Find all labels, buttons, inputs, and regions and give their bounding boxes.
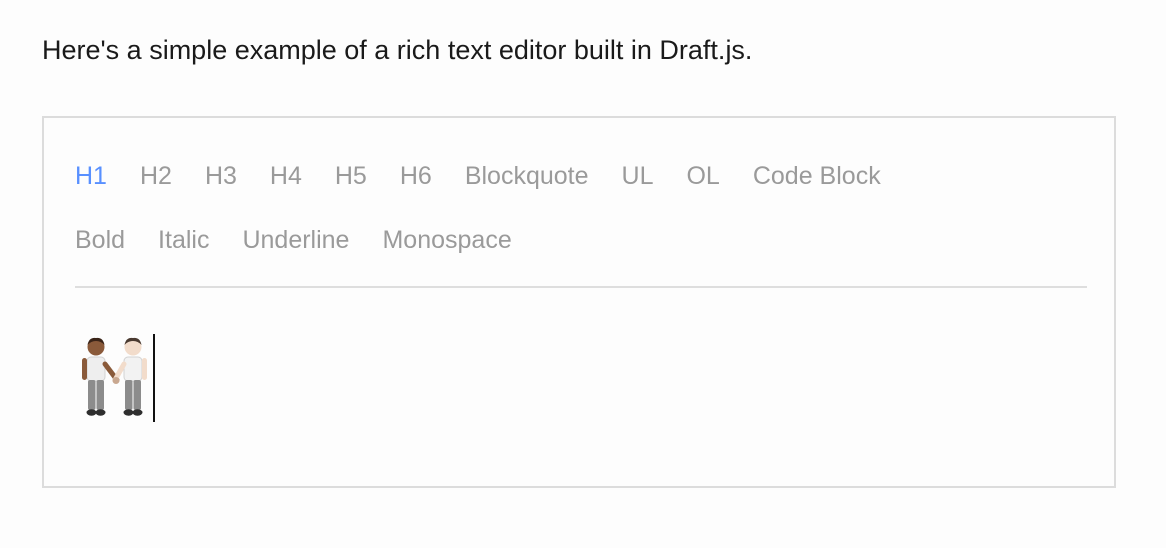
- style-button-h4[interactable]: H4: [270, 158, 302, 194]
- text-cursor: [153, 334, 155, 422]
- style-button-h1[interactable]: H1: [75, 158, 107, 194]
- inline-style-controls: Bold Italic Underline Monospace: [75, 222, 545, 258]
- style-button-ol[interactable]: OL: [686, 158, 719, 194]
- style-button-italic[interactable]: Italic: [158, 222, 209, 258]
- style-button-code-block[interactable]: Code Block: [753, 158, 881, 194]
- style-button-h5[interactable]: H5: [335, 158, 367, 194]
- style-button-blockquote[interactable]: Blockquote: [465, 158, 589, 194]
- rich-text-editor: H1 H2 H3 H4 H5 H6 Blockquote UL OL Code …: [42, 116, 1116, 488]
- style-button-underline[interactable]: Underline: [242, 222, 349, 258]
- style-button-ul[interactable]: UL: [622, 158, 654, 194]
- intro-text: Here's a simple example of a rich text e…: [42, 35, 753, 65]
- style-button-monospace[interactable]: Monospace: [382, 222, 511, 258]
- toolbar-divider: [75, 286, 1087, 288]
- style-button-bold[interactable]: Bold: [75, 222, 125, 258]
- style-button-h3[interactable]: H3: [205, 158, 237, 194]
- block-style-controls: H1 H2 H3 H4 H5 H6 Blockquote UL OL Code …: [75, 158, 914, 194]
- style-button-h2[interactable]: H2: [140, 158, 172, 194]
- people-holding-hands-emoji-icon: [82, 337, 147, 416]
- editor-content-area[interactable]: [75, 330, 1085, 430]
- style-button-h6[interactable]: H6: [400, 158, 432, 194]
